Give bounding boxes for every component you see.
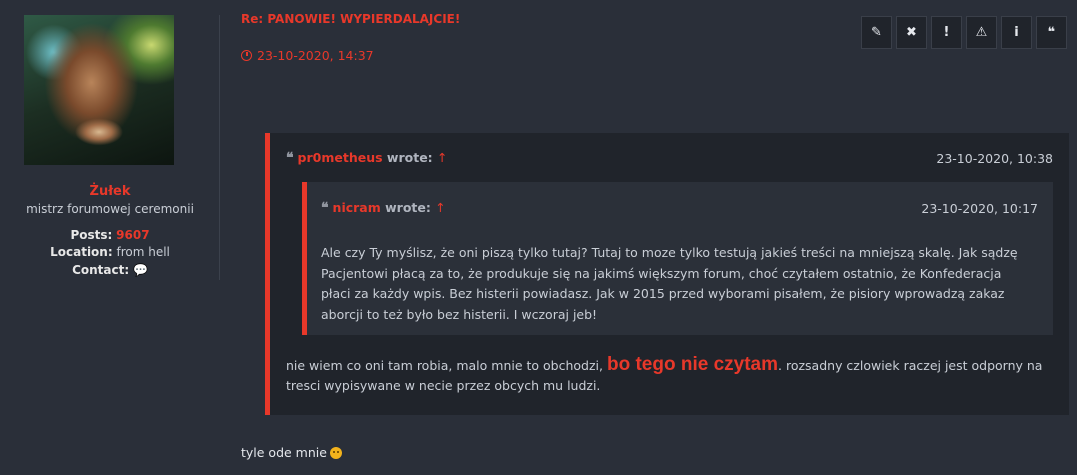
location-stat: Location: from hell (0, 245, 220, 259)
inner-quote-header: ❝ nicram wrote: ↑ (321, 200, 446, 216)
username[interactable]: Żułek (0, 184, 220, 199)
posts-label: Posts: (70, 228, 113, 242)
user-rank: mistrz forumowej ceremonii (26, 202, 194, 216)
outer-quote-author[interactable]: pr0metheus (298, 150, 383, 165)
outer-quote-header: ❝ pr0metheus wrote: ↑ (286, 150, 448, 166)
inner-quote-date: 23-10-2020, 10:17 (921, 201, 1038, 216)
post-body-line: tyle ode mnie (241, 445, 327, 460)
post-actions: ✎ ✖ ! ⚠ i ❝ (861, 16, 1067, 49)
pencil-icon: ✎ (871, 25, 882, 40)
inner-quote: ❝ nicram wrote: ↑ 23-10-2020, 10:17 Ale c… (302, 182, 1053, 335)
profile-divider (219, 15, 220, 280)
report-button[interactable]: ! (931, 16, 962, 49)
emphasized-text: bo tego nie czytam (606, 354, 779, 375)
outer-quote-wrote: wrote: (386, 150, 433, 165)
outer-quote-text: nie wiem co oni tam robia, malo mnie to … (286, 355, 1046, 396)
post-body-text: tyle ode mnie (241, 445, 342, 460)
post-title[interactable]: Re: PANOWIE! WYPIERDALAJCIE! (241, 12, 460, 26)
location-value: from hell (116, 245, 170, 259)
outer-quote-text-start: nie wiem co oni tam robia, malo mnie to … (286, 358, 607, 373)
contact-label: Contact: (72, 263, 130, 277)
quote-mark-icon: ❝ (286, 150, 294, 166)
user-profile: Żułek mistrz forumowej ceremonii Posts: … (0, 0, 220, 290)
avatar[interactable] (24, 15, 174, 165)
inner-quote-author[interactable]: nicram (333, 200, 381, 215)
jump-to-post-icon[interactable]: ↑ (435, 200, 445, 215)
post-date-text: 23-10-2020, 14:37 (257, 48, 374, 63)
inner-quote-wrote: wrote: (385, 200, 431, 215)
posts-stat: Posts: 9607 (0, 228, 220, 242)
info-button[interactable]: i (1001, 16, 1032, 49)
delete-icon: ✖ (906, 25, 917, 40)
outer-quote-date: 23-10-2020, 10:38 (936, 151, 1053, 166)
contact-stat: Contact: 💬 (0, 263, 220, 277)
outer-quote: ❝ pr0metheus wrote: ↑ 23-10-2020, 10:38 ❝… (265, 133, 1069, 415)
edit-button[interactable]: ✎ (861, 16, 892, 49)
location-label: Location: (50, 245, 113, 259)
post-date: 23-10-2020, 14:37 (241, 48, 374, 63)
jump-to-post-icon[interactable]: ↑ (437, 150, 447, 165)
posts-count[interactable]: 9607 (116, 228, 149, 242)
warn-button[interactable]: ⚠ (966, 16, 997, 49)
quote-mark-icon: ❝ (321, 200, 329, 216)
clock-icon (241, 50, 252, 61)
quote-icon: ❝ (1047, 25, 1056, 40)
warning-icon: ⚠ (975, 25, 988, 40)
thinking-emoji-icon (329, 447, 342, 459)
info-icon: i (1014, 25, 1019, 40)
quote-button[interactable]: ❝ (1036, 16, 1067, 49)
exclamation-icon: ! (943, 25, 950, 40)
inner-quote-text: Ale czy Ty myślisz, że oni piszą tylko t… (321, 245, 1018, 322)
chat-icon[interactable]: 💬 (133, 263, 148, 277)
delete-button[interactable]: ✖ (896, 16, 927, 49)
